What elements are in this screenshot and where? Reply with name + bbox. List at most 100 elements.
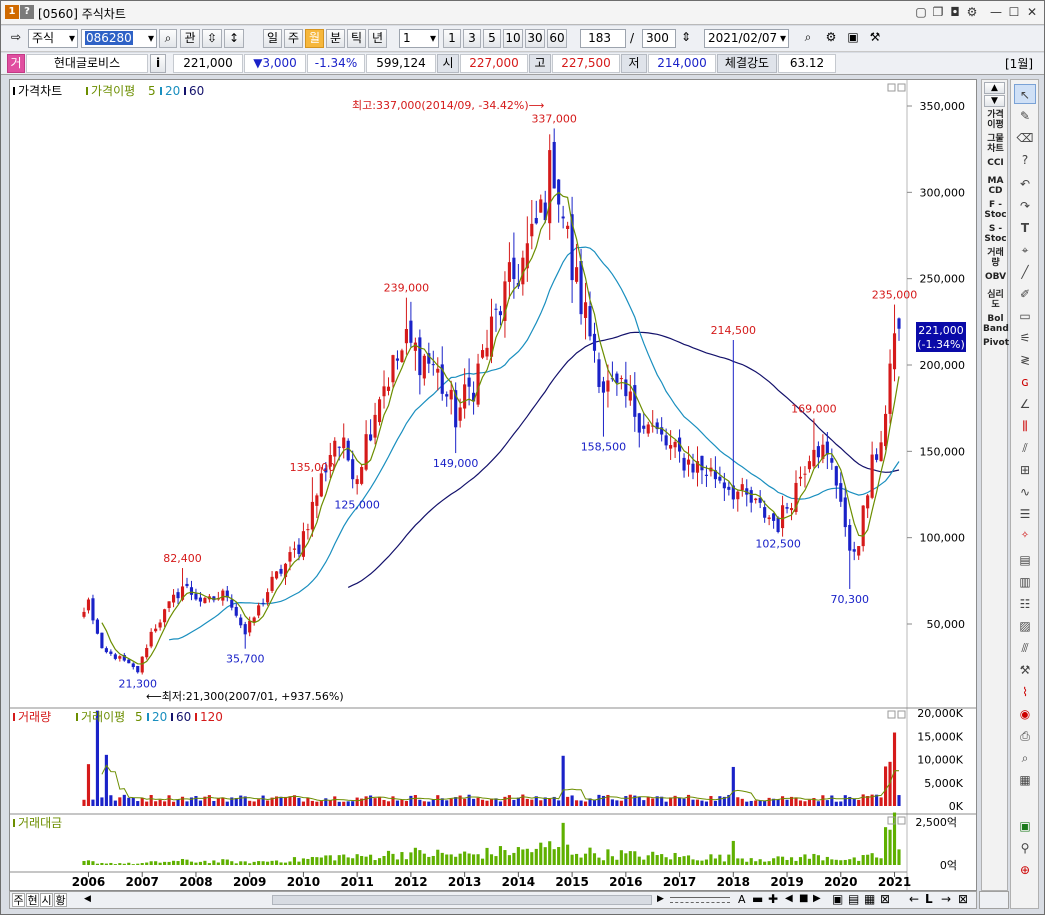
camera-icon[interactable]: ◘ <box>947 4 963 20</box>
bars-tool-icon[interactable]: ⫼ <box>1014 416 1036 436</box>
period-tab-3[interactable]: 분 <box>326 29 345 48</box>
indicator-6[interactable]: 거래 량 <box>983 248 1008 268</box>
report-tool-icon[interactable]: ▦ <box>1014 770 1036 790</box>
indicator-4[interactable]: F - Stoc <box>983 200 1008 220</box>
period-tab-1[interactable]: 주 <box>284 29 303 48</box>
trendline-tool-icon[interactable]: ╱ <box>1014 262 1036 282</box>
play-back-icon[interactable]: ◀ <box>785 893 793 904</box>
interval-button-5[interactable]: 60 <box>547 29 567 48</box>
info-button[interactable]: i <box>150 54 166 73</box>
indicator-8[interactable]: 심리 도 <box>983 290 1008 310</box>
zoom-out-icon[interactable]: A <box>738 893 746 906</box>
toggle-view-icon[interactable]: ▤ <box>848 892 859 906</box>
period-tab-2[interactable]: 월 <box>305 29 324 48</box>
interval-select[interactable]: 1 ▾ <box>399 29 439 48</box>
gear-icon[interactable]: ⚙ <box>821 29 841 48</box>
document-tool-icon[interactable]: ▥ <box>1014 572 1036 592</box>
magnifier-icon[interactable]: ⚲ <box>1014 838 1036 858</box>
indicator-9[interactable]: Bol Band <box>983 314 1009 334</box>
indicator-2[interactable]: CCI <box>983 158 1008 168</box>
cursor-tool-icon[interactable]: ↖ <box>1014 84 1036 104</box>
bottom-tab-0[interactable]: 주 <box>12 893 25 907</box>
amt-panel-close-icon[interactable] <box>897 816 906 825</box>
indicator-10[interactable]: Pivot <box>983 338 1009 348</box>
clear-icon[interactable]: ⊠ <box>880 892 890 906</box>
vol-panel-minimize-icon[interactable] <box>887 710 896 719</box>
layout-icon[interactable]: ▦ <box>864 892 875 906</box>
window-number-badge[interactable]: 1 <box>5 5 19 19</box>
zoom-plus-icon[interactable]: ✚ <box>768 892 778 906</box>
link-icon[interactable]: ⇨ <box>6 29 26 48</box>
levels-tool-icon[interactable]: ☰ <box>1014 504 1036 524</box>
zoom-search-icon[interactable]: ⌕ <box>1014 748 1036 768</box>
excel-icon[interactable]: ▣ <box>1014 816 1036 836</box>
pen-tool-icon[interactable]: ✐ <box>1014 284 1036 304</box>
channel-tool-icon[interactable]: ⫽ <box>1014 438 1036 458</box>
period-tab-5[interactable]: 년 <box>368 29 387 48</box>
save-image-icon[interactable]: ▣ <box>832 892 843 906</box>
help-icon[interactable]: ? <box>20 5 34 19</box>
indicator-3[interactable]: MA CD <box>983 176 1008 196</box>
total-count-input[interactable]: 300 <box>642 29 676 48</box>
interval-button-3[interactable]: 10 <box>503 29 523 48</box>
market-select[interactable]: 주식 ▾ <box>28 29 78 48</box>
indicator-1[interactable]: 그물 차트 <box>983 134 1008 154</box>
bottom-tab-1[interactable]: 현 <box>26 893 39 907</box>
bottom-tab-2[interactable]: 시 <box>40 893 53 907</box>
indicator-7[interactable]: OBV <box>983 272 1008 282</box>
vol-panel-close-icon[interactable] <box>897 710 906 719</box>
scroll-up-icon[interactable]: ▲ <box>984 82 1005 94</box>
chart-search-icon[interactable]: ⌕ <box>798 29 818 48</box>
interval-button-1[interactable]: 3 <box>463 29 481 48</box>
wrench-tool-icon[interactable]: ⚒ <box>1014 660 1036 680</box>
list-tool-icon[interactable]: ☷ <box>1014 594 1036 614</box>
prev-next-icon[interactable]: ↕ <box>224 29 244 48</box>
copy-window-icon[interactable]: ❐ <box>930 4 946 20</box>
chart-svg[interactable]: 21,300 82,400 35,700 135,000 125,000 239,000 1… <box>10 80 976 890</box>
pin-icon[interactable]: ▢ <box>913 4 929 20</box>
nav-close-icon[interactable]: ⊠ <box>958 892 968 906</box>
settings-icon[interactable]: ⚙ <box>964 4 980 20</box>
minimize-icon[interactable]: — <box>988 4 1004 20</box>
code-input[interactable]: 086280 ▾ <box>81 29 157 48</box>
scroll-right-icon[interactable]: ▶ <box>657 894 664 904</box>
search-icon[interactable]: ⌕ <box>159 29 177 48</box>
bottom-tab-3[interactable]: 황 <box>54 893 67 907</box>
count-spin-icon[interactable]: ⇕ <box>677 29 695 48</box>
zigzag-tool-icon[interactable]: ≷ <box>1014 350 1036 370</box>
interval-button-2[interactable]: 5 <box>483 29 501 48</box>
delete-all-tool-icon[interactable]: ⌫ <box>1014 128 1036 148</box>
undo-icon[interactable]: ↶ <box>1014 174 1036 194</box>
scrollbar-track[interactable] <box>272 895 652 905</box>
marker-tool-icon[interactable]: ⌖ <box>1014 240 1036 260</box>
scroll-down-icon[interactable]: ▼ <box>984 95 1005 107</box>
nav-back-icon[interactable]: ← <box>909 892 919 906</box>
period-tab-0[interactable]: 일 <box>263 29 282 48</box>
grid-tool-icon[interactable]: ⊞ <box>1014 460 1036 480</box>
scroll-left-icon[interactable]: ◀ <box>84 894 91 904</box>
angle-tool-icon[interactable]: ∠ <box>1014 394 1036 414</box>
wave-tool-icon[interactable]: ∿ <box>1014 482 1036 502</box>
auto-tool-icon[interactable]: ✧ <box>1014 526 1036 546</box>
rectangle-tool-icon[interactable]: ▭ <box>1014 306 1036 326</box>
maximize-icon[interactable]: ☐ <box>1006 4 1022 20</box>
gann-tool-icon[interactable]: ɢ <box>1014 372 1036 392</box>
chart-area[interactable]: 21,300 82,400 35,700 135,000 125,000 239,000 1… <box>9 79 977 891</box>
tools-icon[interactable]: ⚒ <box>865 29 885 48</box>
zoom-minus-icon[interactable]: ▬ <box>752 892 763 906</box>
compare-tool-icon[interactable]: ⫻ <box>1014 638 1036 658</box>
interval-button-4[interactable]: 30 <box>525 29 545 48</box>
nav-forward-icon[interactable]: → <box>941 892 951 906</box>
period-tab-4[interactable]: 틱 <box>347 29 366 48</box>
close-icon[interactable]: ✕ <box>1024 4 1040 20</box>
fibonacci-tool-icon[interactable]: ⚟ <box>1014 328 1036 348</box>
scroll-updown-icon[interactable]: ⇳ <box>202 29 222 48</box>
price-tool-icon[interactable]: ⌇ <box>1014 682 1036 702</box>
play-icon[interactable]: ▶ <box>813 893 821 904</box>
mini-chart-icon[interactable]: ▨ <box>1014 616 1036 636</box>
interval-button-0[interactable]: 1 <box>443 29 461 48</box>
date-input[interactable]: 2021/02/07 ▾ <box>704 29 789 48</box>
indicator-0[interactable]: 가격 이평 <box>983 110 1008 130</box>
watchlist-button[interactable]: 관 <box>180 29 200 48</box>
window-tool-icon[interactable]: ▤ <box>1014 550 1036 570</box>
